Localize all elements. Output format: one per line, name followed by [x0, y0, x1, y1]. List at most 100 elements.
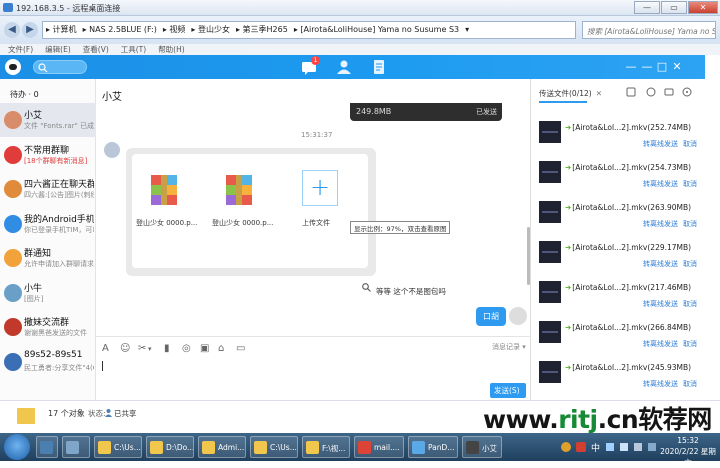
file-transfer-panel: 传送文件(0/12) ✕ ➜[Airota&Lol...2].mkv(252.74… [530, 79, 705, 400]
screen-share-icon[interactable] [626, 87, 636, 97]
upload-arrow-icon: ➜ [565, 123, 572, 132]
more-icon[interactable]: ▭ [236, 343, 245, 354]
screenshot-dropdown-icon[interactable]: ▾ [148, 345, 152, 353]
send-label: 发送(S) [494, 386, 520, 395]
menu-item[interactable]: 帮助(H) [158, 45, 185, 54]
send-offline-link[interactable]: 转离线发送 [643, 139, 678, 149]
conversation-item[interactable]: 四六酱正在聊天群 四六酱:[公告]图片(刺绣) [0, 172, 96, 206]
send-offline-link[interactable]: 转离线发送 [643, 219, 678, 229]
screenshot-icon[interactable]: ✂ [138, 343, 146, 354]
message-history-button[interactable]: 消息记录 ▾ [492, 342, 526, 352]
close-transfer-icon[interactable]: ✕ [596, 89, 602, 98]
cancel-transfer-link[interactable]: 取消 [683, 219, 697, 229]
taskbar-button[interactable]: mail.... [354, 436, 404, 458]
cancel-transfer-link[interactable]: 取消 [683, 139, 697, 149]
taskbar-button[interactable]: D:\Do... [146, 436, 194, 458]
back-button[interactable]: ◀ [4, 22, 20, 38]
breadcrumb-item[interactable]: ▸ 登山少女 [188, 22, 233, 38]
zoom-icon[interactable] [362, 283, 371, 292]
my-message-bubble[interactable]: 口胡 [476, 307, 506, 326]
taskbar-button[interactable]: PanD... [408, 436, 458, 458]
taskbar-button[interactable] [36, 436, 58, 458]
conversation-item[interactable]: 不常用群聊 [18个群聊有新消息] [0, 138, 96, 172]
contact-avatar[interactable] [104, 142, 120, 158]
breadcrumb[interactable]: ▸ 计算机 ▸ NAS 2.5BLUE (F:) ▸ 视频 ▸ 登山少女 ▸ 第三季H2… [42, 21, 576, 39]
text-cursor[interactable] [102, 361, 103, 371]
upload-file-button[interactable]: + [302, 170, 338, 206]
send-offline-link[interactable]: 转离线发送 [643, 179, 678, 189]
archive-file-icon[interactable] [151, 175, 177, 205]
folder-icon[interactable]: ⌂ [218, 343, 224, 354]
breadcrumb-item[interactable]: ▾ [462, 22, 472, 38]
conversation-item[interactable]: 我的Android手机 你已登录手机TIM，可以 [0, 207, 96, 241]
my-avatar[interactable] [509, 307, 527, 325]
menu-item[interactable]: 查看(V) [83, 45, 109, 54]
tray-icons[interactable]: 中 [560, 439, 660, 455]
clock[interactable]: 15:32 2020/2/22 星期六 [660, 435, 716, 468]
search-input[interactable]: 搜索 [Airota&LoliHouse] Yama no S... [582, 21, 716, 39]
settings-control[interactable]: — [624, 60, 638, 74]
forward-button[interactable]: ▶ [22, 22, 38, 38]
cancel-transfer-link[interactable]: 取消 [683, 299, 697, 309]
cancel-transfer-link[interactable]: 取消 [683, 179, 697, 189]
shared-status: 已共享 [114, 409, 137, 418]
close-button[interactable]: ✕ [688, 1, 718, 14]
sent-file-card[interactable]: 249.8MB 已发送 [350, 103, 502, 121]
taskbar-button[interactable]: C:\Us... [94, 436, 142, 458]
archive-file-icon[interactable] [226, 175, 252, 205]
app-tray-icon [576, 442, 586, 452]
breadcrumb-item[interactable]: ▸ 计算机 [43, 22, 80, 38]
conversation-name: 群通知 [24, 249, 52, 259]
conversation-item[interactable]: 撒妹交流群 谢谢黑爸发送的文件 [0, 310, 96, 344]
cancel-transfer-link[interactable]: 取消 [683, 379, 697, 389]
app-minimize-button[interactable]: — [640, 60, 654, 74]
cancel-transfer-link[interactable]: 取消 [683, 339, 697, 349]
conversation-item[interactable]: 小牛 [图片] [0, 276, 96, 310]
menu-item[interactable]: 工具(T) [121, 45, 146, 54]
app-search-input[interactable] [33, 60, 87, 74]
app-close-button[interactable]: ✕ [670, 60, 684, 74]
breadcrumb-item[interactable]: ▸ 视频 [160, 22, 189, 38]
breadcrumb-item[interactable]: ▸ 第三季H265 [233, 22, 291, 38]
taskbar-button[interactable]: F:\视... [302, 436, 350, 458]
menu-item[interactable]: 文件(F) [8, 45, 33, 54]
conversation-name: 89s52-89s51 [24, 349, 83, 360]
network-icon [606, 443, 614, 451]
taskbar-button[interactable]: Admi... [198, 436, 246, 458]
audio-icon[interactable]: ◎ [182, 343, 191, 354]
contacts-tab-icon[interactable] [336, 59, 352, 75]
phone-icon[interactable] [646, 87, 656, 97]
todo-label[interactable]: 待办 · 0 [10, 89, 39, 100]
transfer-item: ➜[Airota&Lol...2].mkv(217.46MB) 转离线发送 取消 [531, 279, 706, 323]
user-avatar[interactable] [5, 59, 21, 75]
send-offline-link[interactable]: 转离线发送 [643, 299, 678, 309]
breadcrumb-item[interactable]: ▸ [Airota&LoliHouse] Yama no Susume S3 [291, 22, 462, 38]
send-offline-link[interactable]: 转离线发送 [643, 259, 678, 269]
taskbar-button[interactable]: C:\Us... [250, 436, 298, 458]
video-icon[interactable] [664, 87, 674, 97]
conversation-item[interactable]: 群通知 允许申请加入群聊请求 [0, 241, 96, 275]
app-maximize-button[interactable]: □ [655, 60, 669, 74]
send-button[interactable]: 发送(S) ▾ [490, 383, 526, 410]
image-icon[interactable]: ▣ [200, 343, 209, 354]
breadcrumb-item[interactable]: ▸ NAS 2.5BLUE (F:) [80, 22, 160, 38]
taskbar-button[interactable] [62, 436, 90, 458]
maximize-button[interactable]: ▭ [661, 1, 687, 14]
cancel-transfer-link[interactable]: 取消 [683, 259, 697, 269]
taskbar-app-icon [150, 441, 163, 454]
files-tab-icon[interactable] [371, 59, 387, 75]
more-options-icon[interactable] [682, 87, 692, 97]
image-message[interactable] [126, 148, 376, 276]
minimize-button[interactable]: — [634, 1, 660, 14]
taskbar-button[interactable]: 小艾 [462, 436, 502, 458]
start-button[interactable] [4, 434, 30, 460]
conversation-item[interactable]: 89s52-89s51 民工勇者:分享文件"4(Q [0, 345, 96, 379]
menu-item[interactable]: 编辑(E) [45, 45, 71, 54]
send-offline-link[interactable]: 转离线发送 [643, 379, 678, 389]
font-icon[interactable]: A [102, 343, 109, 354]
emoji-icon[interactable]: ☺ [120, 343, 130, 354]
conversation-item[interactable]: 小艾文件 "Fonts.rar" 已成功发送 [0, 103, 96, 137]
send-offline-link[interactable]: 转离线发送 [643, 339, 678, 349]
file-icon[interactable]: ▮ [164, 343, 170, 354]
transfer-item: ➜[Airota&Lol...2].mkv(254.73MB) 转离线发送 取消 [531, 159, 706, 203]
